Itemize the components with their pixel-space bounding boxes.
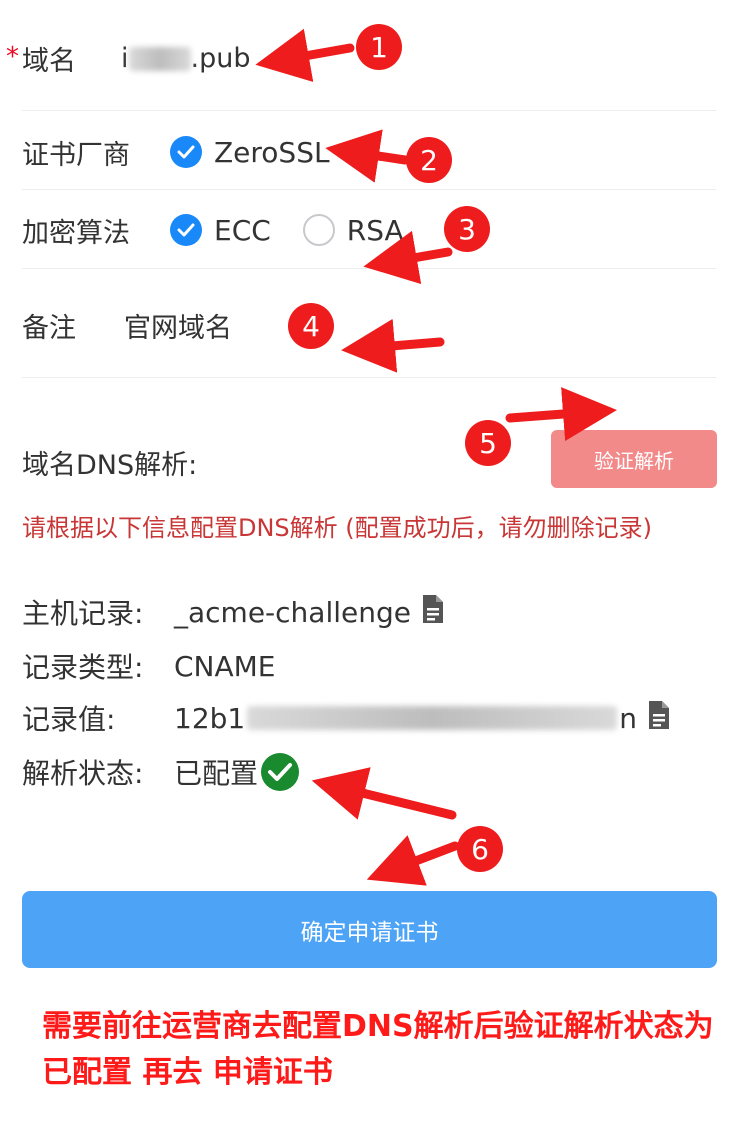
record-value-label: 记录值: [22, 703, 116, 736]
instruction-note: 需要前往运营商去配置DNS解析后验证解析状态为 已配置 再去 申请证书 [42, 1009, 714, 1090]
apply-certificate-button[interactable]: 确定申请证书 [22, 891, 717, 968]
domain-value[interactable]: i .pub [121, 43, 251, 74]
divider [22, 377, 716, 378]
remark-label: 备注 [22, 312, 76, 344]
algorithm-label: 加密算法 [22, 217, 130, 249]
dns-warning-text: 请根据以下信息配置DNS解析 (配置成功后，请勿删除记录) [22, 514, 653, 542]
radio-empty-icon [302, 214, 335, 246]
annotation-badge-1: 1 [356, 24, 402, 70]
vendor-option-label: ZeroSSL [214, 135, 330, 169]
algorithm-radio-ecc[interactable]: ECC [170, 214, 271, 247]
remark-row: 备注 官网域名 [22, 303, 716, 347]
annotation-badge-5: 5 [465, 420, 511, 466]
arrow-5 [505, 387, 617, 441]
record-value-suffix: n [619, 701, 637, 735]
annotation-badge-3: 3 [444, 206, 490, 252]
dns-status-row: 解析状态: 已配置 [22, 752, 300, 792]
record-value-blur [247, 706, 618, 730]
annotation-badge-6: 6 [457, 826, 503, 872]
record-type-label: 记录类型: [22, 651, 144, 684]
arrow-3 [363, 230, 453, 285]
dns-status-value: 已配置 [174, 757, 259, 790]
success-check-icon [260, 752, 300, 792]
copy-document-icon[interactable] [421, 594, 445, 631]
algorithm-option-ecc: ECC [214, 213, 271, 247]
divider [22, 268, 716, 269]
copy-document-icon[interactable] [647, 700, 671, 737]
record-value-row: 记录值: 12b1 n [22, 698, 671, 738]
domain-label: 域名 [22, 45, 76, 77]
host-record-row: 主机记录: _acme-challenge [22, 592, 445, 632]
annotation-badge-4: 4 [288, 303, 334, 349]
host-record-label: 主机记录: [22, 597, 144, 630]
domain-blur [128, 47, 191, 71]
divider [22, 110, 716, 111]
annotation-badge-2: 2 [406, 137, 452, 183]
remark-value[interactable]: 官网域名 [124, 306, 232, 345]
domain-value-suffix: .pub [190, 42, 251, 74]
algorithm-option-rsa: RSA [346, 213, 404, 247]
dns-section-label: 域名DNS解析: [22, 449, 198, 481]
check-icon [170, 214, 202, 246]
divider [22, 189, 716, 190]
record-type-value: CNAME [174, 649, 276, 683]
vendor-row: 证书厂商 ZeroSSL [22, 130, 716, 174]
vendor-radio-zerossl[interactable]: ZeroSSL [170, 136, 330, 169]
domain-value-prefix: i [121, 42, 129, 74]
dns-status-label: 解析状态: [22, 757, 144, 790]
algorithm-row: 加密算法 ECC RSA [22, 208, 716, 252]
host-record-value: _acme-challenge [174, 595, 411, 629]
verify-dns-button[interactable]: 验证解析 [551, 430, 717, 488]
algorithm-radio-rsa[interactable]: RSA [302, 213, 404, 247]
arrow-6a [311, 767, 457, 820]
record-value-prefix: 12b1 [174, 701, 246, 735]
vendor-label: 证书厂商 [22, 139, 130, 171]
check-icon [170, 136, 202, 168]
record-type-row: 记录类型: CNAME [22, 646, 276, 686]
arrow-6b [366, 835, 460, 886]
required-mark: * [6, 42, 19, 72]
